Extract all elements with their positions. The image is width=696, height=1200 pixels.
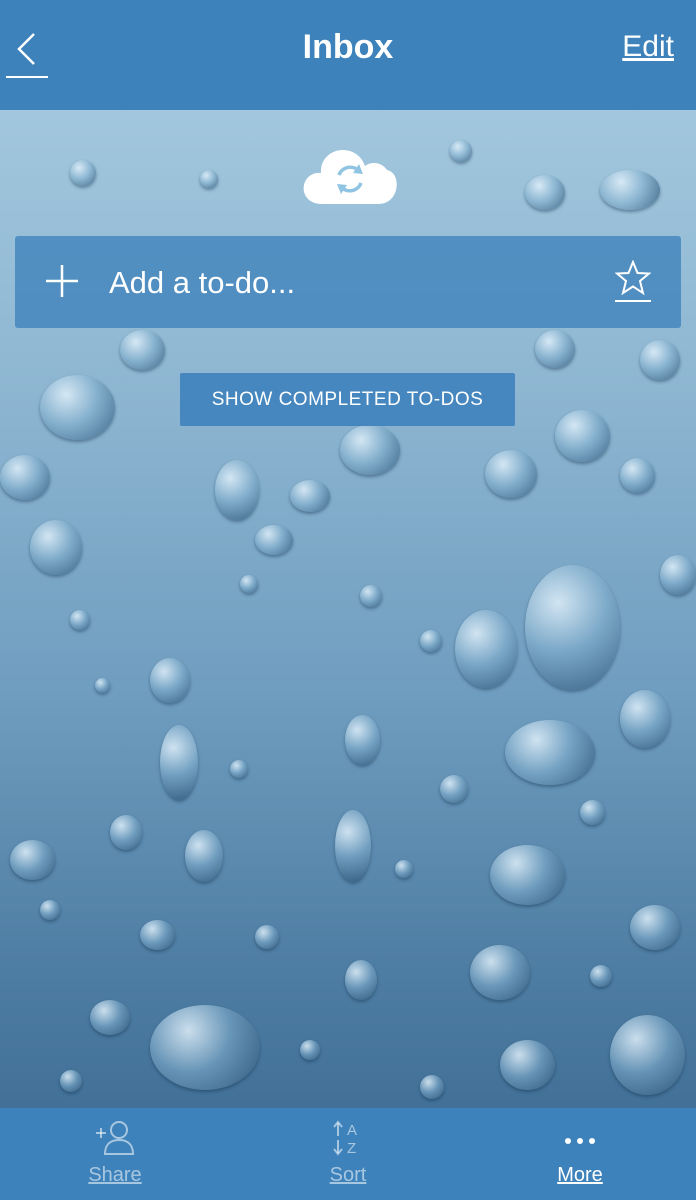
tab-share-label: Share — [88, 1164, 142, 1186]
show-completed-button[interactable]: SHOW COMPLETED TO-DOS — [180, 373, 515, 426]
tab-share[interactable]: Share — [45, 1108, 185, 1200]
tab-sort-label: Sort — [329, 1164, 367, 1186]
tab-more-label: More — [557, 1164, 603, 1186]
plus-icon[interactable] — [45, 264, 79, 303]
sort-az-icon: A Z — [333, 1120, 357, 1156]
svg-text:A: A — [347, 1122, 357, 1139]
tab-more[interactable]: More — [510, 1108, 650, 1200]
bottom-tab-bar: Share A Z Sort More — [0, 1108, 696, 1200]
star-icon — [614, 259, 652, 296]
star-button[interactable] — [614, 259, 652, 302]
add-todo-bar — [15, 236, 681, 328]
tab-sort[interactable]: A Z Sort — [278, 1108, 418, 1200]
ellipsis-icon — [565, 1138, 595, 1144]
edit-button[interactable]: Edit — [622, 30, 674, 64]
add-person-icon — [96, 1121, 135, 1155]
top-nav-bar: Inbox Edit — [0, 0, 696, 110]
add-todo-input[interactable] — [107, 254, 591, 312]
svg-text:Z: Z — [347, 1140, 356, 1156]
page-title: Inbox — [302, 28, 394, 66]
cloud-sync-icon[interactable] — [302, 138, 398, 215]
